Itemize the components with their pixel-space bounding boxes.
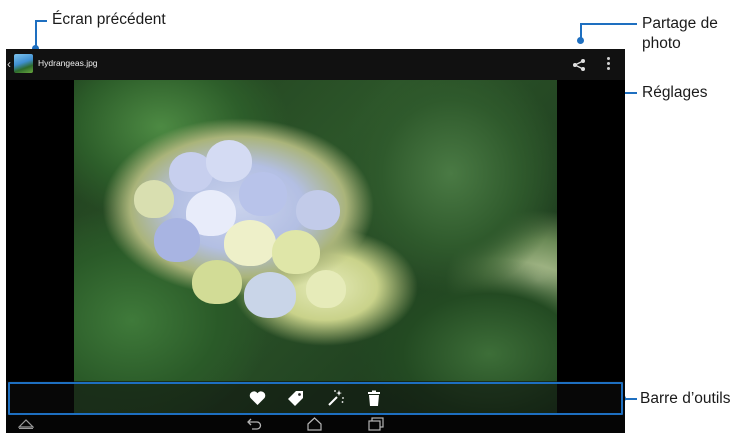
callout-line-share-h xyxy=(580,23,637,25)
callout-previous-screen: Écran précédent xyxy=(52,11,166,28)
petal-cluster xyxy=(239,172,287,216)
petal-cluster xyxy=(224,220,276,266)
petal-cluster xyxy=(134,180,174,218)
chevron-left-icon[interactable]: ‹ xyxy=(7,57,11,71)
callout-line-toolbar xyxy=(625,398,637,400)
photo-title: Hydrangeas.jpg xyxy=(38,58,98,68)
tablet-screen: ‹ Hydrangeas.jpg xyxy=(6,49,625,433)
gallery-icon[interactable] xyxy=(14,54,33,73)
recent-apps-icon[interactable] xyxy=(368,417,384,431)
petal-cluster xyxy=(244,272,296,318)
callout-line-previous-v xyxy=(35,20,37,48)
back-arrow-icon[interactable] xyxy=(246,417,262,430)
petal-cluster xyxy=(192,260,242,304)
action-bar: ‹ Hydrangeas.jpg xyxy=(6,49,625,80)
petal-cluster xyxy=(272,230,320,274)
petal-cluster xyxy=(154,218,200,262)
petal-cluster xyxy=(306,270,346,308)
callout-toolbar: Barre d’outils xyxy=(640,390,731,407)
petal-cluster xyxy=(296,190,340,230)
photo-hydrangea xyxy=(74,80,557,414)
home-icon[interactable] xyxy=(306,417,323,431)
callout-dot-share xyxy=(577,37,584,44)
callout-settings: Réglages xyxy=(642,84,708,101)
toolbar-highlight xyxy=(8,382,623,415)
launcher-icon[interactable] xyxy=(18,417,34,429)
callout-photo-share: Partage de photo xyxy=(642,14,732,54)
petal-cluster xyxy=(206,140,252,182)
system-nav-bar xyxy=(6,415,625,433)
callout-photo-share-text: Partage de photo xyxy=(642,15,718,52)
overflow-menu-icon[interactable] xyxy=(607,57,611,73)
share-icon[interactable] xyxy=(572,58,586,72)
